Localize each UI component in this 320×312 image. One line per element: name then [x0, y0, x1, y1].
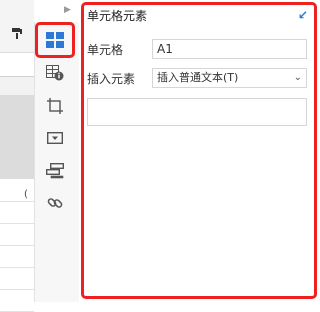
spreadsheet-area: (	[0, 0, 34, 312]
stack-icon	[46, 163, 64, 179]
insert-element-select[interactable]: 插入普通文本(T) ⌄	[152, 68, 307, 88]
border-tab[interactable]	[42, 95, 68, 117]
dropdown-box-icon	[47, 131, 63, 145]
column-header-row	[0, 76, 34, 96]
panel-title: 单元格元素	[87, 9, 148, 23]
cell-label: 单元格	[87, 43, 124, 57]
grid-info-icon	[46, 65, 64, 81]
cell-grid-icon	[46, 32, 64, 48]
collapse-arrow-icon[interactable]: ↙	[298, 8, 308, 22]
cell-text: (	[24, 189, 28, 200]
cell-element-panel: 单元格元素 ↙ 单元格 A1 插入元素 插入普通文本(T) ⌄	[81, 2, 317, 299]
expand-arrow-icon[interactable]: ▶	[64, 4, 74, 16]
insert-element-label: 插入元素	[87, 72, 136, 86]
toolbar	[0, 0, 34, 53]
cell-input[interactable]: A1	[152, 39, 307, 59]
cell-element-tab[interactable]	[42, 29, 68, 51]
expand-tab[interactable]	[42, 160, 68, 182]
selected-cells[interactable]	[0, 95, 34, 179]
widget-tab[interactable]	[42, 127, 68, 149]
link-icon	[47, 195, 63, 211]
insert-element-value: 插入普通文本(T)	[157, 71, 239, 84]
cell-attribute-tab[interactable]	[42, 62, 68, 84]
format-painter-icon[interactable]	[10, 26, 24, 40]
cell-grid[interactable]	[0, 180, 34, 312]
text-content-field[interactable]	[87, 98, 307, 126]
chevron-down-icon: ⌄	[293, 72, 302, 83]
crop-frame-icon	[47, 98, 63, 114]
hyperlink-tab[interactable]	[42, 192, 68, 214]
